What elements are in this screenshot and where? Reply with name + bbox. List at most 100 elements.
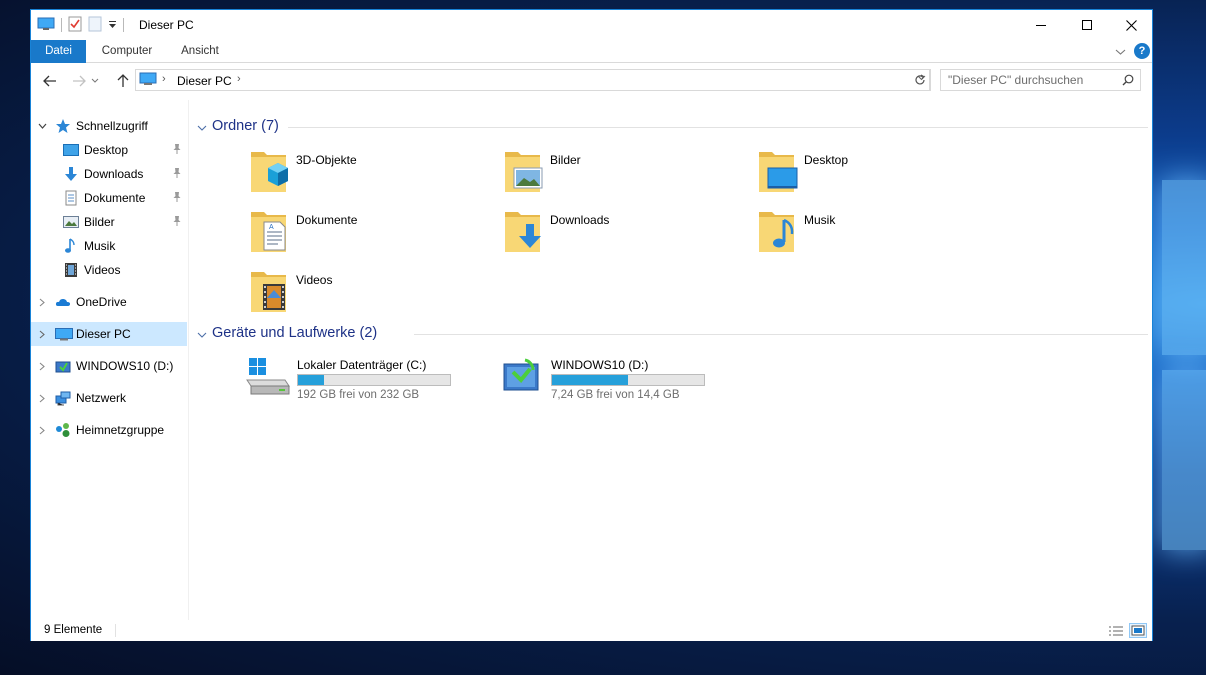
status-divider xyxy=(115,624,116,637)
drive-item-d[interactable]: WINDOWS10 (D:) 7,24 GB frei von 14,4 GB xyxy=(499,354,749,404)
nav-label-downloads: Downloads xyxy=(84,167,144,181)
folder-item[interactable]: Downloads xyxy=(504,208,754,264)
nav-label-homegroup: Heimnetzgruppe xyxy=(76,423,165,437)
drive-usage-fill xyxy=(298,375,324,385)
this-pc-icon xyxy=(55,326,73,342)
details-view-icon xyxy=(1109,626,1123,635)
nav-item-this-pc[interactable]: Dieser PC xyxy=(31,322,187,346)
group-title-devices: Geräte und Laufwerke (2) xyxy=(212,325,378,341)
chevron-down-icon[interactable] xyxy=(197,121,207,135)
folder-name: Videos xyxy=(296,273,333,287)
nav-item-music[interactable]: Musik xyxy=(31,234,187,258)
tab-view[interactable]: Ansicht xyxy=(169,40,231,63)
tab-file[interactable]: Datei xyxy=(31,40,86,63)
breadcrumb-chevron-icon[interactable]: › xyxy=(162,73,166,85)
search-icon[interactable] xyxy=(1122,74,1134,89)
back-button[interactable] xyxy=(40,72,60,90)
chevron-down-icon[interactable] xyxy=(197,328,207,342)
folder-name: Downloads xyxy=(550,213,610,227)
system-drive-icon xyxy=(245,356,291,396)
folder-name: 3D-Objekte xyxy=(296,153,357,167)
svg-text:A: A xyxy=(269,224,274,231)
pin-icon[interactable] xyxy=(172,191,182,206)
group-header-devices[interactable]: Geräte und Laufwerke (2) xyxy=(190,324,1148,344)
star-icon xyxy=(55,118,71,134)
title-bar: Dieser PC xyxy=(31,10,1152,40)
quick-access-toolbar xyxy=(37,15,124,35)
expanded-chevron-icon[interactable] xyxy=(37,120,47,132)
new-folder-icon[interactable] xyxy=(88,16,102,35)
refresh-button[interactable] xyxy=(910,69,930,91)
close-button[interactable] xyxy=(1108,10,1154,40)
folder-item[interactable]: 3D-Objekte xyxy=(250,148,500,204)
maximize-button[interactable] xyxy=(1064,10,1110,40)
collapsed-chevron-icon[interactable] xyxy=(37,392,47,404)
help-icon[interactable]: ? xyxy=(1134,43,1150,59)
downloads-icon xyxy=(63,166,79,182)
documents-icon xyxy=(63,190,79,206)
collapsed-chevron-icon[interactable] xyxy=(37,296,47,308)
chevron-down-icon xyxy=(91,78,99,83)
minimize-button[interactable] xyxy=(1018,10,1064,40)
large-icons-view-button[interactable] xyxy=(1129,623,1147,638)
music-folder-icon xyxy=(758,208,798,256)
search-box[interactable] xyxy=(940,69,1141,91)
collapsed-chevron-icon[interactable] xyxy=(37,360,47,372)
details-view-button[interactable] xyxy=(1107,623,1125,638)
breadcrumb-chevron-icon[interactable]: › xyxy=(237,73,241,85)
pin-icon[interactable] xyxy=(172,143,182,158)
drive-item-c[interactable]: Lokaler Datenträger (C:) 192 GB frei von… xyxy=(245,354,495,404)
usb-setup-drive-icon xyxy=(499,356,545,396)
item-count: 9 Elemente xyxy=(44,624,103,636)
drive-name: Lokaler Datenträger (C:) xyxy=(297,358,427,372)
expand-ribbon-icon[interactable] xyxy=(1115,45,1126,59)
chevron-down-icon[interactable] xyxy=(108,18,117,32)
nav-item-network[interactable]: Netzwerk xyxy=(31,386,187,410)
up-button[interactable] xyxy=(113,72,133,90)
folder-item[interactable]: Bilder xyxy=(504,148,754,204)
forward-button[interactable] xyxy=(69,72,89,90)
nav-item-pictures[interactable]: Bilder xyxy=(31,210,187,234)
nav-label-pictures: Bilder xyxy=(84,215,115,229)
refresh-icon xyxy=(914,74,925,85)
desktop-folder-icon xyxy=(758,148,798,196)
nav-label-this-pc: Dieser PC xyxy=(76,327,131,341)
nav-item-desktop[interactable]: Desktop xyxy=(31,138,187,162)
properties-icon[interactable] xyxy=(68,16,82,35)
recent-locations-button[interactable] xyxy=(89,72,101,90)
network-icon xyxy=(55,390,71,406)
address-bar[interactable]: › Dieser PC › xyxy=(135,69,931,91)
nav-item-drive-d[interactable]: WINDOWS10 (D:) xyxy=(31,354,187,378)
group-header-folders[interactable]: Ordner (7) xyxy=(190,117,1148,137)
collapsed-chevron-icon[interactable] xyxy=(37,424,47,436)
breadcrumb-this-pc[interactable]: Dieser PC xyxy=(177,74,232,88)
windows-logo-wallpaper xyxy=(1152,170,1206,560)
tab-computer[interactable]: Computer xyxy=(91,40,163,63)
nav-item-quick-access[interactable]: Schnellzugriff xyxy=(31,114,187,138)
forward-arrow-icon xyxy=(73,75,86,87)
navigation-bar: › Dieser PC › xyxy=(31,64,1152,98)
folder-item[interactable]: A Dokumente xyxy=(250,208,500,264)
folder-item[interactable]: Videos xyxy=(250,268,500,324)
homegroup-icon xyxy=(55,422,71,438)
search-input[interactable] xyxy=(948,73,1118,87)
nav-item-onedrive[interactable]: OneDrive xyxy=(31,290,187,314)
pin-icon[interactable] xyxy=(172,167,182,182)
nav-item-downloads[interactable]: Downloads xyxy=(31,162,187,186)
nav-label-documents: Dokumente xyxy=(84,191,146,205)
status-bar: 9 Elemente xyxy=(31,620,1152,641)
downloads-folder-icon xyxy=(504,208,544,256)
nav-item-documents[interactable]: Dokumente xyxy=(31,186,187,210)
music-icon xyxy=(63,238,79,254)
folder-item[interactable]: Desktop xyxy=(758,148,1008,204)
folder-item[interactable]: Musik xyxy=(758,208,1008,264)
pictures-icon xyxy=(63,214,79,230)
pin-icon[interactable] xyxy=(172,215,182,230)
collapsed-chevron-icon[interactable] xyxy=(37,328,47,340)
drive-usage-bar xyxy=(297,374,451,386)
nav-label-desktop: Desktop xyxy=(84,143,129,157)
nav-label-music: Musik xyxy=(84,239,116,253)
nav-item-videos[interactable]: Videos xyxy=(31,258,187,282)
close-icon xyxy=(1125,19,1137,31)
nav-item-homegroup[interactable]: Heimnetzgruppe xyxy=(31,418,187,442)
